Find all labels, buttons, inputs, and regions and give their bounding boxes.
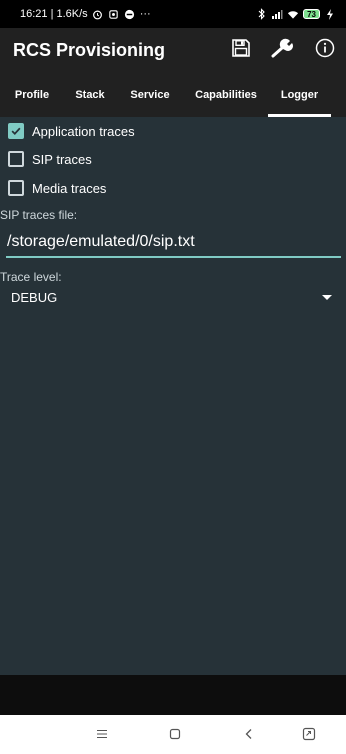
save-button[interactable] bbox=[220, 28, 262, 72]
sip-traces-checkbox[interactable] bbox=[8, 151, 24, 167]
tab-capabilities[interactable]: Capabilities bbox=[184, 72, 268, 117]
sip-traces-label: SIP traces bbox=[32, 151, 92, 167]
application-traces-row[interactable]: Application traces bbox=[8, 118, 135, 144]
app-notification-icon bbox=[108, 8, 120, 20]
tab-stack-label: Stack bbox=[75, 88, 105, 101]
media-traces-row[interactable]: Media traces bbox=[8, 175, 106, 201]
save-icon bbox=[231, 38, 251, 63]
dnd-icon bbox=[124, 8, 136, 20]
sip-traces-row[interactable]: SIP traces bbox=[8, 146, 92, 172]
alarm-icon bbox=[92, 8, 104, 20]
app-bar: RCS Provisioning bbox=[0, 28, 346, 72]
info-icon bbox=[315, 38, 335, 63]
trace-level-value: DEBUG bbox=[11, 289, 58, 305]
wrench-icon bbox=[271, 38, 295, 63]
signal-icon bbox=[271, 8, 283, 20]
back-icon bbox=[245, 729, 252, 739]
dropdown-arrow-icon bbox=[322, 294, 332, 300]
logger-settings-panel: Application traces SIP traces Media trac… bbox=[0, 117, 346, 675]
checkmark-icon bbox=[11, 127, 21, 135]
trace-level-label: Trace level: bbox=[0, 270, 62, 284]
recents-icon bbox=[302, 727, 316, 741]
bluetooth-icon bbox=[255, 8, 267, 20]
info-button[interactable] bbox=[304, 28, 346, 72]
back-button[interactable] bbox=[240, 725, 258, 743]
tab-service-label: Service bbox=[130, 88, 170, 101]
system-navigation-bar bbox=[0, 715, 346, 754]
recents-button[interactable] bbox=[300, 725, 318, 743]
settings-button[interactable] bbox=[262, 28, 304, 72]
tab-logger[interactable]: Logger bbox=[268, 72, 331, 117]
tab-service[interactable]: Service bbox=[116, 72, 184, 117]
tab-profile[interactable]: Profile bbox=[0, 72, 64, 117]
battery-icon: 73 bbox=[303, 9, 320, 19]
battery-level: 73 bbox=[303, 9, 320, 19]
tab-logger-label: Logger bbox=[280, 88, 319, 101]
media-traces-checkbox[interactable] bbox=[8, 180, 24, 196]
trace-level-dropdown[interactable]: DEBUG bbox=[0, 284, 338, 310]
status-bar: 16:21 | 1.6K/s ··· 73 bbox=[0, 0, 346, 28]
application-traces-label: Application traces bbox=[32, 123, 135, 139]
wifi-icon bbox=[287, 8, 299, 20]
status-time-speed: 16:21 | 1.6K/s bbox=[20, 8, 88, 20]
sip-traces-file-label: SIP traces file: bbox=[0, 208, 78, 222]
menu-icon bbox=[97, 729, 107, 739]
menu-button[interactable] bbox=[93, 725, 111, 743]
more-notifications-icon: ··· bbox=[139, 8, 151, 20]
home-button[interactable] bbox=[166, 725, 184, 743]
app-title: RCS Provisioning bbox=[13, 39, 166, 60]
sip-traces-file-input[interactable] bbox=[6, 228, 341, 258]
tab-bar: Profile Stack Service Capabilities Logge… bbox=[0, 72, 346, 117]
tab-capabilities-label: Capabilities bbox=[195, 88, 257, 101]
home-icon bbox=[169, 728, 181, 740]
media-traces-label: Media traces bbox=[32, 180, 107, 196]
tab-profile-label: Profile bbox=[14, 88, 50, 101]
tab-stack[interactable]: Stack bbox=[64, 72, 116, 117]
charging-icon bbox=[324, 8, 336, 20]
bottom-area bbox=[0, 675, 346, 715]
application-traces-checkbox[interactable] bbox=[8, 123, 24, 139]
